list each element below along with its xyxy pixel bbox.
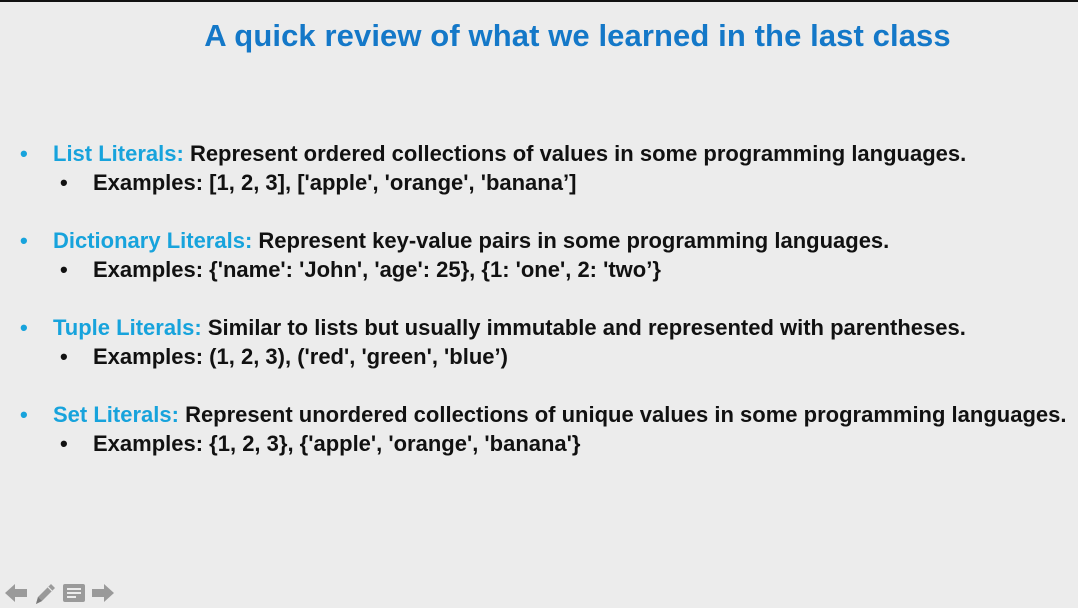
example-text: Examples: {'name': 'John', 'age': 25}, {…: [93, 257, 661, 282]
term-description: Represent key-value pairs in some progra…: [258, 228, 890, 253]
term-label: Dictionary Literals:: [53, 228, 253, 253]
list-item: • Dictionary Literals: Represent key-valu…: [20, 226, 1070, 284]
bullet-line: • Set Literals: Represent unordered colle…: [20, 400, 1070, 429]
term-label: Tuple Literals:: [53, 315, 202, 340]
term-description: Similar to lists but usually immutable a…: [207, 315, 966, 340]
example-text: Examples: [1, 2, 3], ['apple', 'orange',…: [93, 170, 577, 195]
list-item: • Tuple Literals: Similar to lists but us…: [20, 313, 1070, 371]
example-line: • Examples: {'name': 'John', 'age': 25}, …: [20, 255, 1070, 284]
bullet-line: • Tuple Literals: Similar to lists but us…: [20, 313, 1070, 342]
list-item: • List Literals: Represent ordered collec…: [20, 139, 1070, 197]
slide-top-border: [0, 0, 1078, 2]
arrow-left-icon: [5, 584, 27, 602]
slide-nav-toolbar: [3, 580, 116, 606]
term-label: Set Literals:: [53, 402, 179, 427]
pen-icon: [36, 584, 55, 604]
slide-content: • List Literals: Represent ordered collec…: [20, 139, 1070, 487]
bullet-icon: •: [20, 141, 28, 166]
bullet-icon: •: [20, 228, 28, 253]
term-description: Represent ordered collections of values …: [189, 141, 967, 166]
example-text: Examples: {1, 2, 3}, {'apple', 'orange',…: [93, 431, 581, 456]
bullet-icon: •: [20, 315, 28, 340]
bullet-line: • Dictionary Literals: Represent key-valu…: [20, 226, 1070, 255]
list-item: • Set Literals: Represent unordered colle…: [20, 400, 1070, 458]
term-label: List Literals:: [53, 141, 184, 166]
example-text: Examples: (1, 2, 3), ('red', 'green', 'b…: [93, 344, 508, 369]
sub-bullet-icon: •: [60, 170, 68, 195]
slide-title: A quick review of what we learned in the…: [204, 18, 951, 53]
example-line: • Examples: [1, 2, 3], ['apple', 'orange'…: [20, 168, 1070, 197]
arrow-right-icon: [92, 584, 114, 602]
notes-button[interactable]: [61, 580, 87, 606]
example-line: • Examples: (1, 2, 3), ('red', 'green', '…: [20, 342, 1070, 371]
sub-bullet-icon: •: [60, 344, 68, 369]
term-description: Represent unordered collections of uniqu…: [185, 402, 1067, 427]
next-slide-button[interactable]: [90, 580, 116, 606]
notes-icon: [63, 584, 85, 602]
bullet-line: • List Literals: Represent ordered collec…: [20, 139, 1070, 168]
pen-tool-button[interactable]: [32, 580, 58, 606]
bullet-icon: •: [20, 402, 28, 427]
example-line: • Examples: {1, 2, 3}, {'apple', 'orange'…: [20, 429, 1070, 458]
sub-bullet-icon: •: [60, 257, 68, 282]
previous-slide-button[interactable]: [3, 580, 29, 606]
sub-bullet-icon: •: [60, 431, 68, 456]
